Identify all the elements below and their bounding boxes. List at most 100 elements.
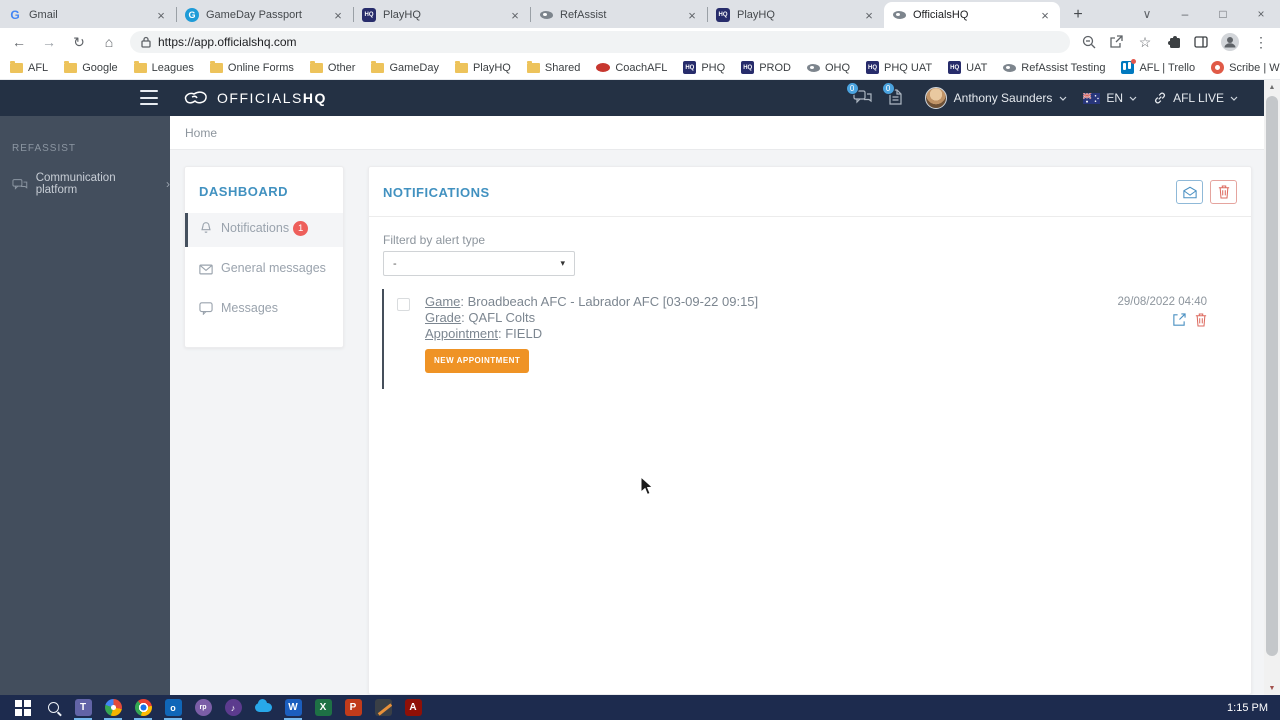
close-icon[interactable]: × (154, 8, 168, 23)
delete-all-button[interactable] (1210, 180, 1237, 204)
user-menu[interactable]: Anthony Saunders (924, 87, 1068, 109)
taskbar-acrobat[interactable]: A (398, 695, 428, 720)
taskbar-excel[interactable]: X (308, 695, 338, 720)
minimize-button[interactable]: – (1166, 7, 1204, 21)
share-icon[interactable] (1109, 35, 1123, 49)
chevron-down-icon (1129, 96, 1137, 101)
tab-search-chevron-icon[interactable]: ∨ (1128, 7, 1166, 21)
breadcrumb[interactable]: Home (185, 126, 217, 140)
bookmark-folder-shared[interactable]: Shared (526, 60, 580, 74)
tab-title: OfficialsHQ (913, 9, 969, 21)
tab-playhq-2[interactable]: HQ PlayHQ × (708, 2, 884, 28)
taskbar-onedrive[interactable] (248, 695, 278, 720)
back-button[interactable]: ← (10, 34, 28, 50)
bookmark-ohq[interactable]: OHQ (806, 62, 850, 74)
maximize-button[interactable]: □ (1204, 7, 1242, 21)
messages-notification-button[interactable]: 0 (845, 82, 873, 107)
bookmark-folder-google[interactable]: Google (64, 60, 118, 74)
scroll-down-icon[interactable]: ▼ (1264, 681, 1280, 695)
bookmark-refassist-testing[interactable]: RefAssist Testing (1003, 62, 1105, 74)
bookmark-phq[interactable]: HQ PHQ (683, 61, 725, 74)
profile-avatar-icon[interactable] (1221, 33, 1239, 51)
folder-icon (10, 60, 23, 73)
scrollbar-thumb[interactable] (1266, 96, 1278, 656)
bookmark-folder-playhq[interactable]: PlayHQ (454, 60, 511, 74)
bookmark-folder-leagues[interactable]: Leagues (133, 60, 194, 74)
close-icon[interactable]: × (331, 8, 345, 23)
menu-hamburger-icon[interactable] (140, 90, 158, 105)
bookmark-star-icon[interactable]: ☆ (1136, 34, 1154, 51)
zoom-icon[interactable] (1082, 35, 1096, 49)
taskbar-rp-app[interactable]: rp (188, 695, 218, 720)
edit-icon[interactable] (1172, 313, 1186, 327)
mark-read-button[interactable] (1176, 180, 1203, 204)
taskbar-chrome[interactable] (128, 695, 158, 720)
tab-title: Gmail (29, 9, 58, 21)
taskbar-teams[interactable]: T (68, 695, 98, 720)
dashboard-item-general-messages[interactable]: General messages (185, 253, 343, 287)
main-area: Home DASHBOARD Notifications 1 General me… (170, 116, 1264, 695)
language-menu[interactable]: EN (1083, 91, 1137, 105)
home-button[interactable]: ⌂ (100, 34, 118, 50)
taskbar-clock[interactable]: 1:15 PM (1227, 702, 1280, 714)
tab-gmail[interactable]: G Gmail × (0, 2, 176, 28)
sidebar-item-label: Communication platform (35, 172, 116, 196)
bookmark-folder-gameday[interactable]: GameDay (371, 60, 439, 74)
address-bar[interactable]: https://app.officialshq.com (130, 31, 1070, 53)
forward-button[interactable]: → (40, 34, 58, 50)
taskbar-draw-app[interactable] (368, 695, 398, 720)
taskbar-powerpoint[interactable]: P (338, 695, 368, 720)
bookmarks-bar: AFL Google Leagues Online Forms Other Ga… (0, 56, 1280, 80)
side-panel-icon[interactable] (1194, 35, 1208, 49)
bookmark-folder-online-forms[interactable]: Online Forms (209, 60, 294, 74)
close-icon[interactable]: × (1038, 8, 1052, 23)
taskbar-browser-app[interactable] (98, 695, 128, 720)
page-scrollbar[interactable]: ▲ ▼ (1264, 80, 1280, 695)
new-appointment-badge: NEW APPOINTMENT (425, 349, 530, 373)
trash-icon[interactable] (1195, 313, 1207, 327)
close-icon[interactable]: × (685, 8, 699, 23)
taskbar-search-button[interactable] (38, 695, 68, 720)
browser-tab-strip: G Gmail × G GameDay Passport × HQ PlayHQ… (0, 0, 1280, 28)
tab-officialshq-active[interactable]: OfficialsHQ × (884, 2, 1060, 28)
selected-value: - (393, 257, 397, 270)
bookmark-label: AFL (28, 61, 49, 74)
notification-checkbox[interactable] (397, 298, 410, 311)
close-icon[interactable]: × (862, 8, 876, 23)
dashboard-item-notifications[interactable]: Notifications 1 (185, 213, 343, 247)
alert-type-select[interactable]: - ▾ (383, 251, 575, 276)
extensions-puzzle-icon[interactable] (1167, 35, 1181, 49)
tab-playhq-1[interactable]: HQ PlayHQ × (354, 2, 530, 28)
window-close-button[interactable]: × (1242, 7, 1280, 21)
taskbar-music-app[interactable]: ♪ (218, 695, 248, 720)
browser-menu-icon[interactable]: ⋮ (1252, 34, 1270, 51)
notification-item[interactable]: Game: Broadbeach AFC - Labrador AFC [03-… (397, 294, 1251, 373)
close-icon[interactable]: × (508, 8, 522, 23)
scroll-up-icon[interactable]: ▲ (1264, 80, 1280, 94)
tab-refassist[interactable]: RefAssist × (531, 2, 707, 28)
bookmark-afl-trello[interactable]: AFL | Trello (1121, 59, 1195, 74)
bookmark-prod[interactable]: HQ PROD (741, 61, 791, 74)
bookmark-scribe-workspace[interactable]: Scribe | Workspace (1211, 61, 1280, 74)
menu-label: General messages (221, 261, 326, 275)
sidebar-section-label: REFASSIST (12, 143, 77, 154)
caret-down-icon: ▾ (560, 258, 565, 268)
bookmark-uat[interactable]: HQ UAT (948, 61, 987, 74)
bookmark-label: Online Forms (227, 61, 294, 74)
bookmark-folder-other[interactable]: Other (309, 60, 355, 74)
bookmark-coachafl[interactable]: CoachAFL (596, 62, 667, 74)
start-button[interactable] (8, 695, 38, 720)
bookmark-folder-afl[interactable]: AFL (10, 60, 49, 74)
new-tab-button[interactable]: + (1066, 3, 1090, 27)
taskbar-outlook[interactable]: o (158, 695, 188, 720)
tab-gameday-passport[interactable]: G GameDay Passport × (177, 2, 353, 28)
reload-button[interactable]: ↻ (70, 34, 88, 51)
bookmark-phq-uat[interactable]: HQ PHQ UAT (866, 61, 932, 74)
taskbar-word[interactable]: W (278, 695, 308, 720)
sidebar-item-communication-platform[interactable]: Communication platform › (12, 172, 170, 196)
documents-notification-button[interactable]: 0 (881, 82, 909, 107)
afl-live-menu[interactable]: AFL LIVE (1153, 91, 1238, 105)
tab-title: GameDay Passport (206, 9, 302, 21)
dashboard-item-messages[interactable]: Messages (185, 293, 343, 327)
gmail-favicon: G (10, 8, 20, 22)
